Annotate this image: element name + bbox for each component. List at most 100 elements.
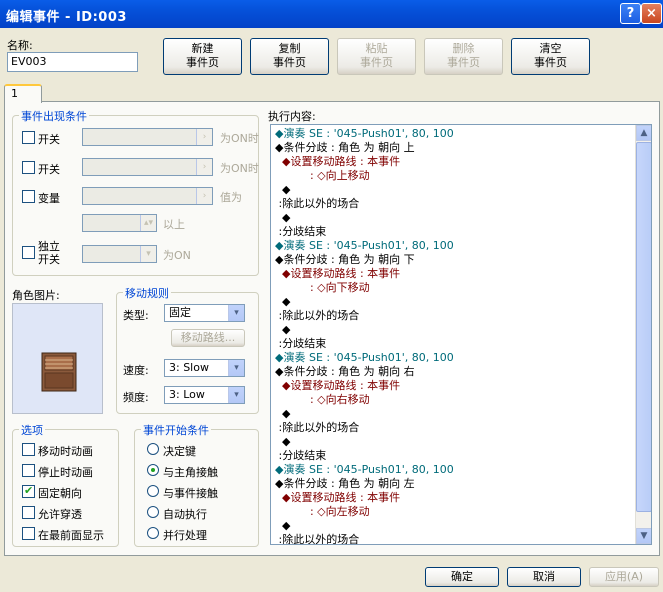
clear-page-button[interactable]: 清空 事件页 [511,38,590,75]
command-line[interactable]: : ◇向左移动 [275,505,370,519]
speed-select[interactable]: 3: Slow ▾ [164,359,245,377]
variable-select[interactable]: › [82,187,213,205]
chevron-right-icon: › [196,159,212,175]
trigger-label: 与事件接触 [163,487,218,500]
command-line[interactable]: ◆ [275,211,290,225]
tab-label: 1 [11,87,18,100]
window-title: 编辑事件 - ID:003 [6,10,127,25]
trigger-radio[interactable] [147,485,159,497]
apply-button[interactable]: 应用(A) [589,567,659,587]
command-line[interactable]: ◆ [275,295,290,309]
trigger-radio[interactable] [147,527,159,539]
option-label: 停止时动画 [38,466,93,479]
command-list[interactable]: ◆演奏 SE : '045-Push01', 80, 100 ◆条件分歧 : 角色… [270,124,652,545]
command-line[interactable]: :除此以外的场合 [275,309,359,323]
command-line[interactable]: ◆设置移动路线 : 本事件 [275,155,400,169]
tab-page-1[interactable]: 1 [4,84,42,103]
cancel-button[interactable]: 取消 [507,567,581,587]
paste-page-button[interactable]: 粘贴 事件页 [337,38,416,75]
option-checkbox[interactable] [22,506,35,519]
trigger-radio[interactable] [147,443,159,455]
command-line[interactable]: ◆设置移动路线 : 本事件 [275,491,400,505]
command-line[interactable]: :除此以外的场合 [275,421,359,435]
command-line[interactable]: :除此以外的场合 [275,533,359,544]
command-line[interactable]: ◆条件分歧 : 角色 为 朝向 左 [275,477,415,491]
commands-label: 执行内容: [268,110,316,123]
scroll-down-icon[interactable]: ▼ [636,528,651,544]
move-type-select[interactable]: 固定 ▾ [164,304,245,322]
command-line[interactable]: :分歧结束 [275,337,326,351]
title-bar[interactable]: 编辑事件 - ID:003 ? × [0,0,663,28]
option-label: 在最前面显示 [38,529,104,542]
switch2-suffix: 为ON时 [220,162,259,175]
new-page-button[interactable]: 新建 事件页 [163,38,242,75]
close-button[interactable]: × [641,3,662,24]
freq-value: 3: Low [169,388,205,401]
switch2-label: 开关 [38,163,60,176]
self-switch-label: 独立 开关 [38,240,60,266]
command-line[interactable]: :分歧结束 [275,225,326,239]
option-label: 移动时动画 [38,445,93,458]
option-checkbox[interactable] [22,464,35,477]
chevron-down-icon: ▾ [228,387,244,403]
switch1-checkbox[interactable] [22,131,35,144]
command-line[interactable]: ◆演奏 SE : '045-Push01', 80, 100 [275,239,454,253]
trigger-label: 决定键 [163,445,196,458]
move-type-label: 类型: [123,309,149,322]
command-line[interactable]: ◆演奏 SE : '045-Push01', 80, 100 [275,351,454,365]
command-line[interactable]: ◆条件分歧 : 角色 为 朝向 上 [275,141,415,155]
trigger-radio[interactable] [147,506,159,518]
name-input[interactable]: EV003 [7,52,138,72]
ok-button[interactable]: 确定 [425,567,499,587]
copy-page-button[interactable]: 复制 事件页 [250,38,329,75]
self-switch-select[interactable]: ▾ [82,245,157,263]
command-line[interactable]: ◆ [275,435,290,449]
variable-above-label: 以上 [163,218,185,231]
scroll-thumb[interactable] [636,142,651,512]
variable-value-spinner[interactable]: ▴▾ [82,214,157,232]
move-route-button[interactable]: 移动路线... [171,329,245,347]
command-line[interactable]: :除此以外的场合 [275,197,359,211]
scroll-up-icon[interactable]: ▲ [636,125,651,141]
name-label: 名称: [7,39,33,52]
command-line[interactable]: :分歧结束 [275,449,326,463]
command-list-scrollbar[interactable]: ▲ ▼ [635,125,651,544]
command-line[interactable]: ◆ [275,519,290,533]
switch2-select[interactable]: › [82,158,213,176]
command-line[interactable]: ◆ [275,407,290,421]
variable-label: 变量 [38,192,60,205]
trigger-radio[interactable] [147,464,159,476]
variable-checkbox[interactable] [22,190,35,203]
chevron-right-icon: › [196,188,212,204]
command-line[interactable]: : ◇向上移动 [275,169,370,183]
command-line[interactable]: ◆条件分歧 : 角色 为 朝向 下 [275,253,415,267]
character-graphic[interactable] [12,303,103,414]
command-line[interactable]: ◆演奏 SE : '045-Push01', 80, 100 [275,127,454,141]
command-line[interactable]: : ◇向右移动 [275,393,370,407]
freq-label: 频度: [123,391,149,404]
switch1-select[interactable]: › [82,128,213,146]
command-line[interactable]: : ◇向下移动 [275,281,370,295]
command-line[interactable]: ◆设置移动路线 : 本事件 [275,267,400,281]
trigger-label: 自动执行 [163,508,207,521]
command-line[interactable]: ◆ [275,183,290,197]
delete-page-button[interactable]: 删除 事件页 [424,38,503,75]
option-checkbox[interactable] [22,443,35,456]
option-checkbox[interactable] [22,484,35,498]
switch2-checkbox[interactable] [22,161,35,174]
trigger-label: 与主角接触 [163,466,218,479]
trigger-label: 并行处理 [163,529,207,542]
freq-select[interactable]: 3: Low ▾ [164,386,245,404]
self-switch-checkbox[interactable] [22,246,35,259]
command-line[interactable]: ◆ [275,323,290,337]
command-line[interactable]: ◆设置移动路线 : 本事件 [275,379,400,393]
option-checkbox[interactable] [22,527,35,540]
chevron-down-icon: ▾ [228,360,244,376]
chevron-down-icon: ▾ [228,305,244,321]
help-button[interactable]: ? [620,3,641,24]
command-line[interactable]: ◆条件分歧 : 角色 为 朝向 右 [275,365,415,379]
switch1-suffix: 为ON时 [220,132,259,145]
command-line[interactable]: ◆演奏 SE : '045-Push01', 80, 100 [275,463,454,477]
chevron-right-icon: › [196,129,212,145]
speed-label: 速度: [123,364,149,377]
